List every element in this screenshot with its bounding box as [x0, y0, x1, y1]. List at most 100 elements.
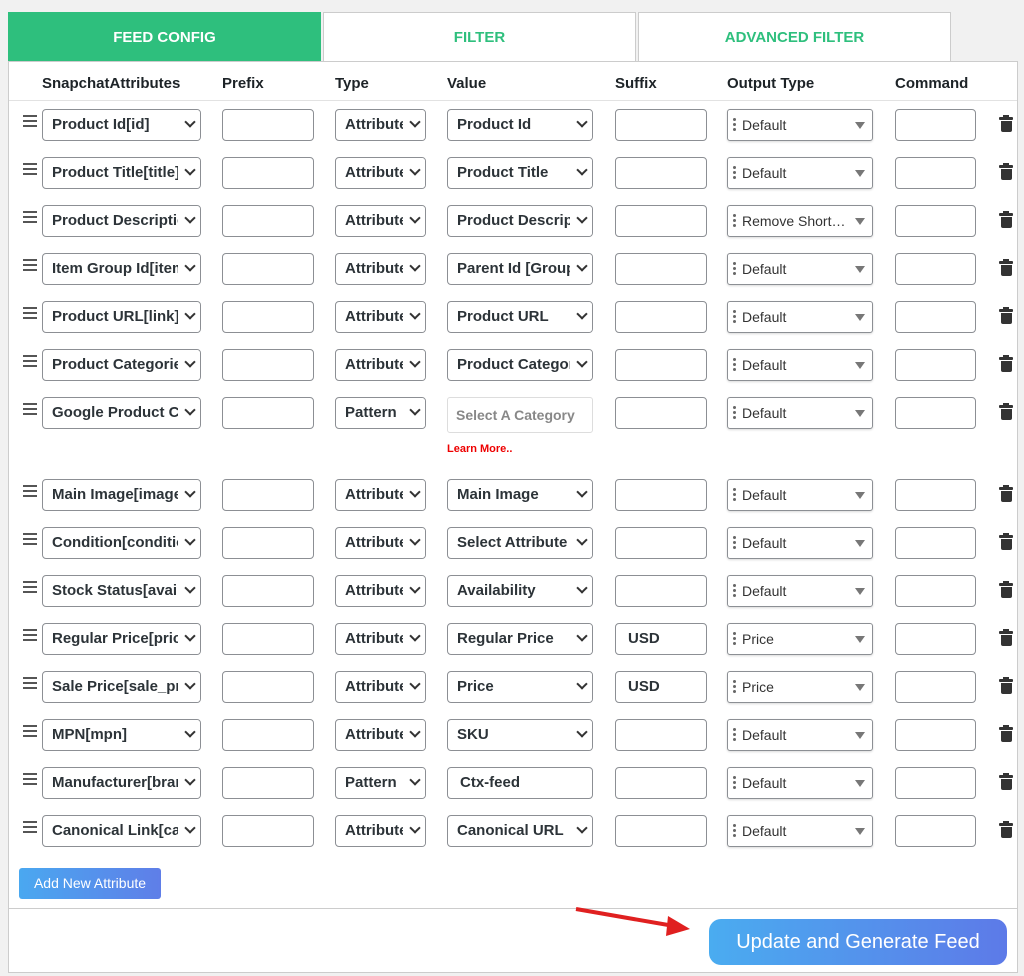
- attribute-select[interactable]: Google Product Category[google_product_c…: [42, 397, 201, 429]
- output-type-select[interactable]: Price: [727, 671, 873, 703]
- value-select[interactable]: Canonical URL: [447, 815, 593, 847]
- attribute-select[interactable]: Product Id[id]: [42, 109, 201, 141]
- value-input[interactable]: Ctx-feed: [447, 767, 593, 799]
- type-select[interactable]: Attribute: [335, 109, 426, 141]
- drag-handle-icon[interactable]: [23, 629, 37, 644]
- output-type-select[interactable]: Default: [727, 349, 873, 381]
- prefix-input[interactable]: [222, 815, 314, 847]
- trash-icon[interactable]: [999, 115, 1013, 133]
- suffix-input[interactable]: [615, 719, 707, 751]
- output-type-select[interactable]: Default: [727, 253, 873, 285]
- suffix-input[interactable]: [615, 205, 707, 237]
- type-select[interactable]: Attribute: [335, 623, 426, 655]
- command-input[interactable]: [895, 671, 976, 703]
- drag-handle-icon[interactable]: [23, 485, 37, 500]
- command-input[interactable]: [895, 397, 976, 429]
- attribute-select[interactable]: Product URL[link]: [42, 301, 201, 333]
- output-type-select[interactable]: Default: [727, 157, 873, 189]
- prefix-input[interactable]: [222, 719, 314, 751]
- prefix-input[interactable]: [222, 205, 314, 237]
- drag-handle-icon[interactable]: [23, 163, 37, 178]
- type-select[interactable]: Attribute: [335, 301, 426, 333]
- drag-handle-icon[interactable]: [23, 821, 37, 836]
- prefix-input[interactable]: [222, 253, 314, 285]
- command-input[interactable]: [895, 253, 976, 285]
- trash-icon[interactable]: [999, 211, 1013, 229]
- value-select[interactable]: Product URL: [447, 301, 593, 333]
- trash-icon[interactable]: [999, 355, 1013, 373]
- attribute-select[interactable]: Canonical Link[canonical_link]: [42, 815, 201, 847]
- suffix-input[interactable]: [615, 527, 707, 559]
- type-select[interactable]: Attribute: [335, 205, 426, 237]
- tab-feed-config[interactable]: FEED CONFIG: [8, 12, 321, 61]
- drag-handle-icon[interactable]: [23, 211, 37, 226]
- output-type-select[interactable]: Default: [727, 815, 873, 847]
- prefix-input[interactable]: [222, 527, 314, 559]
- drag-handle-icon[interactable]: [23, 677, 37, 692]
- output-type-select[interactable]: Price: [727, 623, 873, 655]
- command-input[interactable]: [895, 109, 976, 141]
- type-select[interactable]: Attribute: [335, 527, 426, 559]
- output-type-select[interactable]: Default: [727, 575, 873, 607]
- drag-handle-icon[interactable]: [23, 725, 37, 740]
- value-select[interactable]: Product Id: [447, 109, 593, 141]
- prefix-input[interactable]: [222, 109, 314, 141]
- suffix-input[interactable]: [615, 815, 707, 847]
- suffix-input[interactable]: USD: [615, 671, 707, 703]
- drag-handle-icon[interactable]: [23, 307, 37, 322]
- attribute-select[interactable]: Manufacturer[brand]: [42, 767, 201, 799]
- drag-handle-icon[interactable]: [23, 259, 37, 274]
- type-select[interactable]: Attribute: [335, 349, 426, 381]
- value-select[interactable]: SKU: [447, 719, 593, 751]
- prefix-input[interactable]: [222, 301, 314, 333]
- output-type-select[interactable]: Remove ShortCodes: [727, 205, 873, 237]
- value-select[interactable]: Main Image: [447, 479, 593, 511]
- trash-icon[interactable]: [999, 725, 1013, 743]
- drag-handle-icon[interactable]: [23, 533, 37, 548]
- prefix-input[interactable]: [222, 479, 314, 511]
- value-select[interactable]: Product Title: [447, 157, 593, 189]
- suffix-input[interactable]: [615, 479, 707, 511]
- value-select[interactable]: Select Attribute: [447, 527, 593, 559]
- suffix-input[interactable]: [615, 109, 707, 141]
- type-select[interactable]: Attribute: [335, 157, 426, 189]
- suffix-input[interactable]: [615, 767, 707, 799]
- trash-icon[interactable]: [999, 485, 1013, 503]
- output-type-select[interactable]: Default: [727, 301, 873, 333]
- command-input[interactable]: [895, 527, 976, 559]
- output-type-select[interactable]: Default: [727, 479, 873, 511]
- suffix-input[interactable]: [615, 575, 707, 607]
- attribute-select[interactable]: Item Group Id[item_group_id]: [42, 253, 201, 285]
- add-new-attribute-button[interactable]: Add New Attribute: [19, 868, 161, 899]
- suffix-input[interactable]: [615, 349, 707, 381]
- trash-icon[interactable]: [999, 163, 1013, 181]
- suffix-input[interactable]: [615, 301, 707, 333]
- value-select[interactable]: Product Description: [447, 205, 593, 237]
- category-select[interactable]: Select A Category: [447, 397, 593, 433]
- attribute-select[interactable]: MPN[mpn]: [42, 719, 201, 751]
- type-select[interactable]: Attribute: [335, 719, 426, 751]
- output-type-select[interactable]: Default: [727, 397, 873, 429]
- command-input[interactable]: [895, 479, 976, 511]
- type-select[interactable]: Pattern: [335, 767, 426, 799]
- trash-icon[interactable]: [999, 533, 1013, 551]
- drag-handle-icon[interactable]: [23, 355, 37, 370]
- attribute-select[interactable]: Sale Price[sale_price]: [42, 671, 201, 703]
- command-input[interactable]: [895, 575, 976, 607]
- trash-icon[interactable]: [999, 259, 1013, 277]
- tab-advanced-filter[interactable]: ADVANCED FILTER: [638, 12, 951, 61]
- output-type-select[interactable]: Default: [727, 767, 873, 799]
- suffix-input[interactable]: USD: [615, 623, 707, 655]
- output-type-select[interactable]: Default: [727, 719, 873, 751]
- prefix-input[interactable]: [222, 349, 314, 381]
- command-input[interactable]: [895, 349, 976, 381]
- attribute-select[interactable]: Product Title[title]: [42, 157, 201, 189]
- type-select[interactable]: Attribute: [335, 479, 426, 511]
- attribute-select[interactable]: Main Image[image_link]: [42, 479, 201, 511]
- type-select[interactable]: Attribute: [335, 575, 426, 607]
- prefix-input[interactable]: [222, 671, 314, 703]
- attribute-select[interactable]: Regular Price[price]: [42, 623, 201, 655]
- suffix-input[interactable]: [615, 157, 707, 189]
- trash-icon[interactable]: [999, 581, 1013, 599]
- type-select[interactable]: Attribute: [335, 671, 426, 703]
